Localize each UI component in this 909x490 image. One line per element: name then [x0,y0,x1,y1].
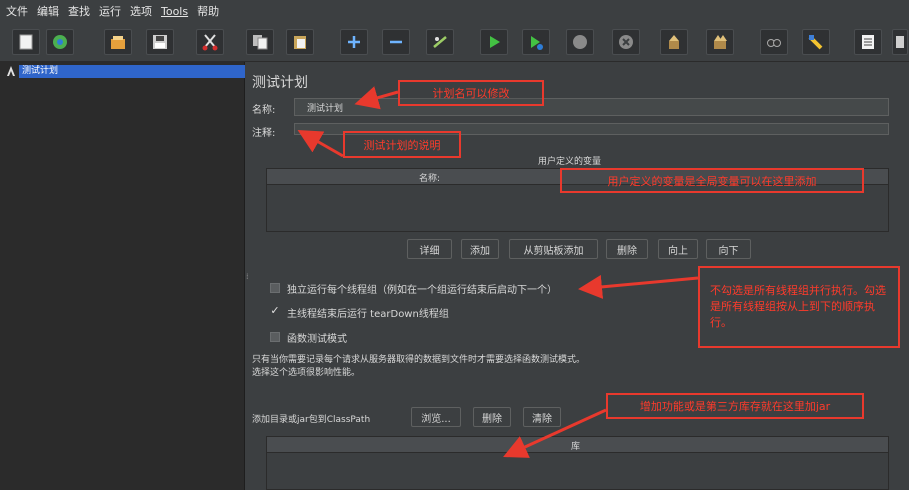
clear-all-icon [714,35,727,49]
annotation-comment: 测试计划的说明 [343,131,461,158]
serial-thread-groups-checkbox[interactable] [270,283,280,293]
reset-search-icon [808,35,823,50]
teardown-label: 主线程结束后运行 tearDown线程组 [287,309,449,320]
name-field[interactable]: 测试计划 [294,98,889,116]
function-helper-button[interactable] [854,29,882,55]
stop-icon [573,35,587,49]
collapse-icon [390,40,402,44]
start-no-pause-button[interactable] [522,29,550,55]
move-up-button[interactable]: 向上 [658,239,698,259]
add-button[interactable]: 添加 [461,239,499,259]
serial-thread-groups-label: 独立运行每个线程组（例如在一个组运行结束后启动下一个） [287,285,557,296]
search-icon [767,39,781,47]
start-icon [490,36,500,48]
test-plan-icon [7,66,15,76]
menu-search[interactable]: 查找 [68,3,90,19]
templates-button[interactable] [46,29,74,55]
help-icon [896,36,904,48]
toolbar [0,22,909,62]
browse-button[interactable]: 浏览... [411,407,461,427]
annotation-classpath: 增加功能或是第三方库存就在这里加jar [606,393,864,419]
menu-tools[interactable]: Tools [161,5,188,18]
toggle-icon [433,36,447,48]
shutdown-button[interactable] [612,29,640,55]
toggle-button[interactable] [426,29,454,55]
cut-icon [202,34,218,51]
menu-file[interactable]: 文件 [6,3,28,19]
test-plan-tree: 测试计划 [0,62,249,490]
templates-icon [53,35,67,49]
paste-icon [294,36,306,49]
library-column: 库 [571,442,581,452]
library-table[interactable]: 库 [266,436,889,490]
user-vars-column: 名称: [419,174,441,184]
function-helper-icon [862,35,874,49]
new-icon [19,34,33,50]
clear-icon [669,35,679,49]
clear-button[interactable] [660,29,688,55]
functional-hint-line2: 选择这个选项很影响性能。 [252,368,361,378]
tree-node-test-plan[interactable]: 测试计划 [6,64,249,78]
save-button[interactable] [146,29,174,55]
classpath-label: 添加目录或jar包到ClassPath [252,415,371,425]
open-button[interactable] [104,29,132,55]
classpath-delete-button[interactable]: 删除 [473,407,511,427]
menu-bar: 文件 编辑 查找 运行 选项 Tools 帮助 [0,0,909,22]
open-icon [111,36,125,49]
help-button[interactable] [892,29,908,55]
functional-mode-checkbox[interactable] [270,332,280,342]
teardown-checkbox[interactable]: ✓ [270,305,280,317]
delete-var-button[interactable]: 删除 [606,239,648,259]
stop-button[interactable] [566,29,594,55]
start-no-pause-icon [531,36,543,50]
copy-icon [253,35,268,50]
comment-label: 注释: [252,128,276,139]
panel-title: 测试计划 [252,75,308,91]
search-button[interactable] [760,29,788,55]
paste-button[interactable] [286,29,314,55]
menu-help[interactable]: 帮助 [197,3,219,19]
functional-mode-label: 函数测试模式 [287,334,347,345]
reset-search-button[interactable] [802,29,830,55]
user-vars-title: 用户定义的变量 [538,157,602,167]
shutdown-icon [619,35,633,49]
detail-button[interactable]: 详细 [407,239,452,259]
clear-all-button[interactable] [706,29,734,55]
functional-hint-line1: 只有当你需要记录每个请求从服务器取得的数据到文件时才需要选择函数测试模式。 [252,355,586,365]
save-icon [153,35,167,49]
name-label: 名称: [252,105,276,116]
annotation-thread-groups: 不勾选是所有线程组并行执行。勾选是所有线程组按从上到下的顺序执行。 [698,266,900,348]
menu-run[interactable]: 运行 [99,3,121,19]
name-value: 测试计划 [307,104,344,114]
library-header: 库 [267,437,888,453]
classpath-clear-button[interactable]: 清除 [523,407,561,427]
cut-button[interactable] [196,29,224,55]
move-down-button[interactable]: 向下 [706,239,751,259]
add-from-clipboard-button[interactable]: 从剪贴板添加 [509,239,598,259]
collapse-button[interactable] [382,29,410,55]
annotation-name: 计划名可以修改 [398,80,544,106]
new-button[interactable] [12,29,40,55]
menu-options[interactable]: 选项 [130,3,152,19]
start-button[interactable] [480,29,508,55]
annotation-user-vars: 用户定义的变量是全局变量可以在这里添加 [560,168,864,193]
expand-button[interactable] [340,29,368,55]
expand-icon [348,36,360,48]
copy-button[interactable] [246,29,274,55]
tree-node-label: 测试计划 [19,64,249,78]
menu-edit[interactable]: 编辑 [37,3,59,19]
